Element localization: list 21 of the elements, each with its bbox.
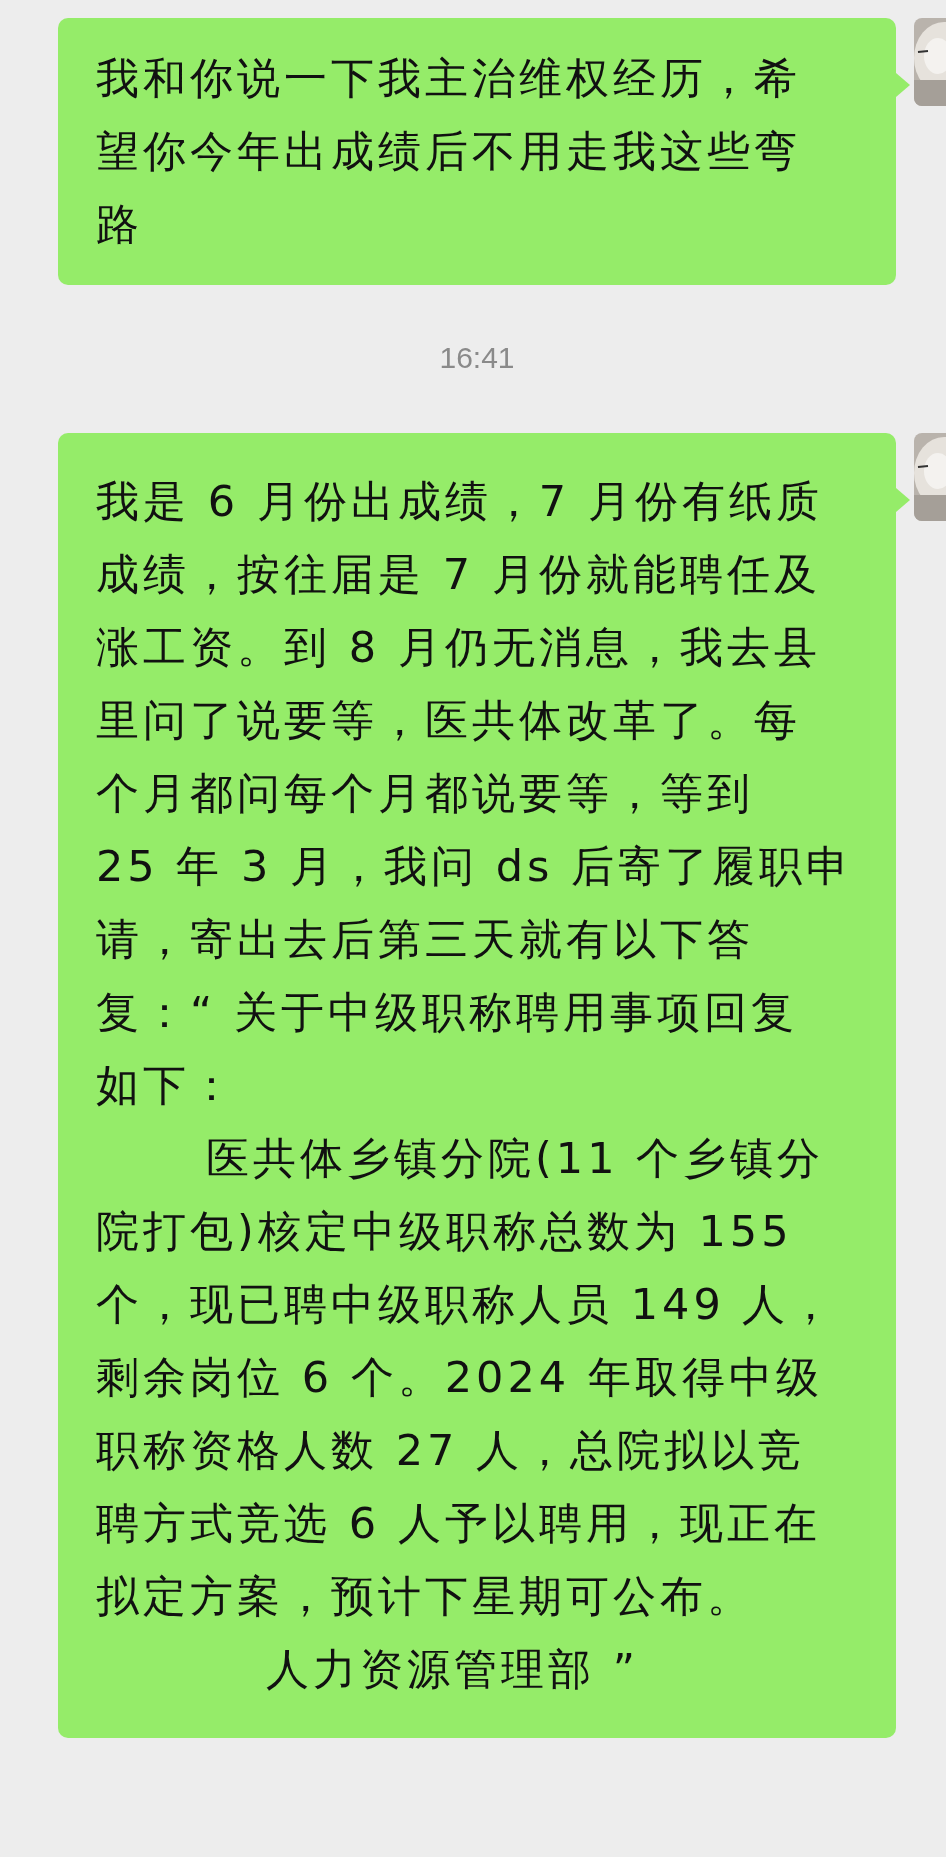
message-text: 人力资源管理部 ” bbox=[265, 1643, 640, 1696]
message-text: 路 bbox=[96, 198, 144, 251]
message-text: 职称资格人数 27 人，总院拟以竞 bbox=[96, 1424, 807, 1477]
message-text: 个月都问每个月都说要等，等到 bbox=[96, 767, 755, 820]
message-text: 里问了说要等，医共体改革了。每 bbox=[96, 694, 802, 747]
timestamp: 16:41 bbox=[438, 341, 515, 375]
message-text: 个，现已聘中级职称人员 149 人， bbox=[96, 1278, 838, 1331]
message-text: 剩余岗位 6 个。2024 年取得中级 bbox=[96, 1351, 824, 1404]
message-text: 望你今年出成绩后不用走我这些弯 bbox=[96, 125, 802, 178]
message-text: 如下： bbox=[96, 1059, 238, 1112]
message-text: 院打包)核定中级职称总数为 155 bbox=[96, 1205, 794, 1258]
message-text: 聘方式竞选 6 人予以聘用，现正在 bbox=[96, 1497, 822, 1550]
message-text: 请，寄出去后第三天就有以下答 bbox=[96, 913, 755, 966]
message-text: 医共体乡镇分院(11 个乡镇分 bbox=[205, 1132, 826, 1185]
message-text: 我是 6 月份出成绩，7 月份有纸质 bbox=[96, 475, 824, 528]
message-text: 成绩，按往届是 7 月份就能聘任及 bbox=[96, 548, 822, 601]
message-text: 拟定方案，预计下星期可公布。 bbox=[96, 1570, 755, 1623]
message-text: 25 年 3 月，我问 ds 后寄了履职申 bbox=[96, 840, 855, 893]
message-text: 复：“ 关于中级职称聘用事项回复 bbox=[96, 986, 799, 1039]
message-text: 我和你说一下我主治维权经历，希 bbox=[96, 52, 802, 105]
message-text: 涨工资。到 8 月仍无消息，我去县 bbox=[96, 621, 822, 674]
